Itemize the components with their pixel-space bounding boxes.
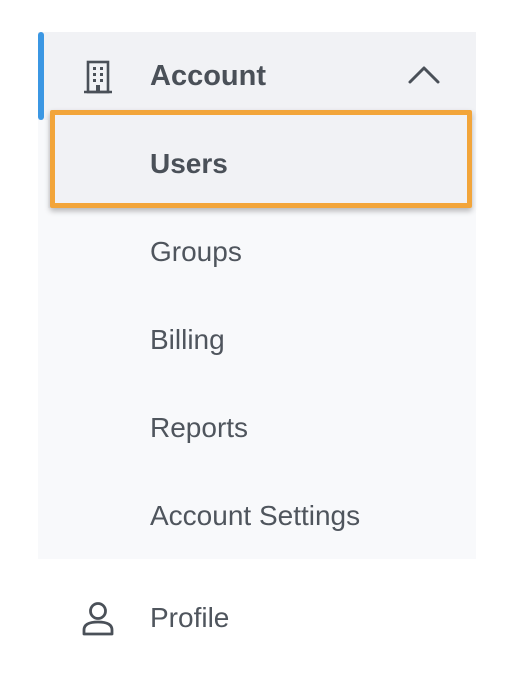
chevron-up-icon[interactable] [406, 60, 442, 90]
account-menu-header[interactable]: Account [38, 32, 476, 120]
submenu-item-label: Billing [150, 324, 225, 355]
submenu-item-account-settings[interactable]: Account Settings [48, 472, 472, 560]
menu-item-label: Profile [150, 602, 230, 633]
menu-item-profile[interactable]: Profile [38, 574, 476, 664]
account-menu-label: Account [150, 60, 266, 92]
submenu-item-label: Account Settings [150, 500, 361, 531]
submenu-item-label: Groups [150, 236, 242, 267]
submenu-item-label: Reports [150, 412, 249, 443]
active-indicator [38, 32, 44, 120]
sidebar-nav: Account Users Groups Billing Reports Acc… [0, 0, 530, 690]
submenu-item-label: Users [150, 148, 228, 179]
account-menu-group: Account Users Groups Billing Reports Acc… [38, 32, 476, 559]
submenu-item-groups[interactable]: Groups [48, 208, 472, 296]
submenu-item-billing[interactable]: Billing [48, 296, 472, 384]
submenu-item-reports[interactable]: Reports [48, 384, 472, 472]
user-icon [82, 602, 114, 636]
building-icon [84, 60, 112, 94]
submenu-item-users[interactable]: Users [48, 120, 472, 208]
